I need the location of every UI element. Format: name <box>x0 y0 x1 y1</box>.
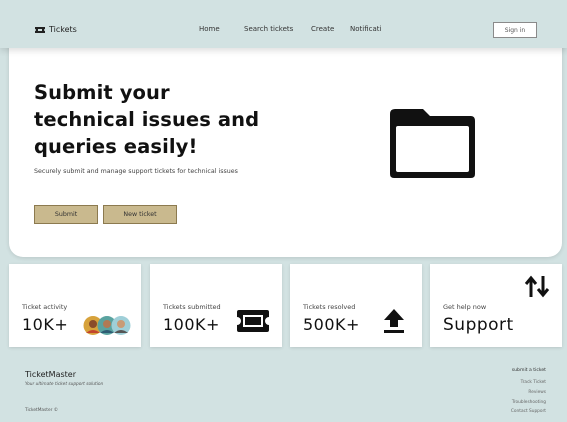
stat-label: Tickets resolved <box>303 303 356 311</box>
submit-button[interactable]: Submit <box>34 205 98 224</box>
stat-card-support[interactable]: Get help now Support <box>430 264 562 347</box>
stat-value: Support <box>443 315 514 335</box>
hero-subtitle: Securely submit and manage support ticke… <box>34 168 238 175</box>
stat-label: Ticket activity <box>22 303 68 311</box>
ticket-icon <box>237 310 269 332</box>
stat-value: 10K+ <box>22 315 69 334</box>
stat-card-submitted: Tickets submitted 100K+ <box>150 264 282 347</box>
nav-create[interactable]: Create <box>311 25 334 33</box>
footer-link-track-ticket[interactable]: Track Ticket <box>511 378 546 388</box>
navbar: Tickets Home Search tickets Create Notif… <box>0 0 567 48</box>
footer-tagline: Your ultimate ticket support solution <box>25 382 104 387</box>
footer-links-heading: submit a ticket <box>511 368 546 373</box>
stat-value: 500K+ <box>303 315 360 334</box>
stat-label: Get help now <box>443 303 487 311</box>
stat-value: 100K+ <box>163 315 220 334</box>
nav-home[interactable]: Home <box>199 25 220 33</box>
nav-search-tickets[interactable]: Search tickets <box>244 25 293 33</box>
ticket-logo-icon <box>35 26 45 33</box>
hero-title: Submit your technical issues and queries… <box>34 81 260 158</box>
brand-label: Tickets <box>49 25 77 34</box>
footer-link-reviews[interactable]: Reviews <box>511 388 546 398</box>
footer-brand: TicketMaster <box>25 370 76 379</box>
upload-icon <box>384 309 404 333</box>
nav-notifications[interactable]: Notificati <box>350 25 384 33</box>
stat-card-resolved: Tickets resolved 500K+ <box>290 264 422 347</box>
stat-label: Tickets submitted <box>163 303 221 311</box>
footer-link-troubleshooting[interactable]: Troubleshooting <box>511 398 546 408</box>
footer-copyright: TicketMaster © <box>25 408 59 413</box>
new-ticket-button[interactable]: New ticket <box>103 205 177 224</box>
hero-section: Submit your technical issues and queries… <box>9 40 562 257</box>
sign-in-button[interactable]: Sign in <box>493 22 537 38</box>
footer-links: submit a ticket Track Ticket Reviews Tro… <box>511 368 546 417</box>
footer-link-contact-support[interactable]: Contact Support <box>511 407 546 417</box>
brand-link[interactable]: Tickets <box>35 25 77 34</box>
swap-vertical-icon[interactable] <box>524 274 550 299</box>
folder-icon <box>390 109 475 178</box>
avatar-group <box>83 316 131 335</box>
stat-card-activity: Ticket activity 10K+ <box>9 264 141 347</box>
